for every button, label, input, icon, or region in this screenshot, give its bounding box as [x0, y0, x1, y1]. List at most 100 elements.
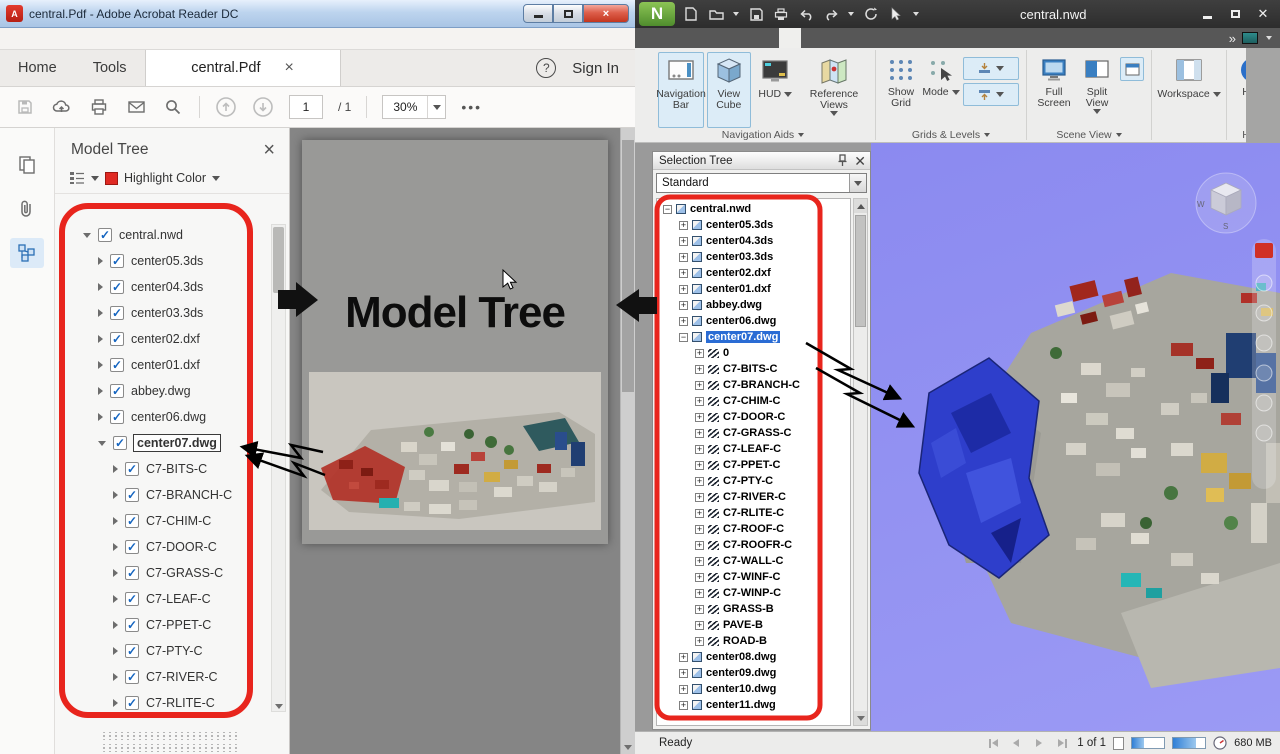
ribbon-cycle-icon[interactable]: » — [1229, 31, 1234, 46]
selection-tree-item[interactable]: PAVE-B — [657, 617, 850, 633]
hud-button[interactable]: HUD — [754, 52, 798, 128]
document-scrollbar[interactable] — [620, 128, 635, 754]
close-panel-icon[interactable]: ✕ — [854, 156, 866, 166]
checkbox-checked[interactable]: ✓ — [110, 358, 124, 372]
close-panel-icon[interactable]: × — [263, 142, 275, 158]
qat-caret-icon[interactable] — [913, 12, 919, 16]
last-sheet-icon[interactable] — [1054, 735, 1070, 751]
selection-tree-item[interactable]: center05.3ds — [657, 217, 850, 233]
zoom-dropdown[interactable]: 30% — [382, 95, 446, 119]
selection-tree-item[interactable]: center11.dwg — [657, 697, 850, 713]
close-button[interactable]: × — [583, 4, 629, 23]
save-icon[interactable] — [748, 6, 764, 22]
selection-tree-item[interactable]: C7-GRASS-C — [657, 425, 850, 441]
close-tab-icon[interactable]: × — [285, 59, 294, 77]
selection-tree-item[interactable]: C7-CHIM-C — [657, 393, 850, 409]
maximize-button[interactable] — [553, 4, 583, 23]
new-file-icon[interactable] — [683, 6, 699, 22]
model-tree-item[interactable]: ✓ C7-LEAF-C — [59, 586, 267, 612]
chevron-icon[interactable] — [113, 517, 118, 525]
chevron-icon[interactable] — [113, 699, 118, 707]
model-tree-panel-icon[interactable] — [10, 238, 44, 268]
mode-button[interactable]: Mode — [922, 52, 960, 128]
expand-box-icon[interactable] — [695, 397, 704, 406]
undo-icon[interactable] — [798, 6, 814, 22]
expand-box-icon[interactable] — [679, 285, 688, 294]
selection-tree-item[interactable]: center03.3ds — [657, 249, 850, 265]
checkbox-checked[interactable]: ✓ — [125, 644, 139, 658]
menu-item[interactable] — [28, 28, 46, 50]
chevron-icon[interactable] — [98, 361, 103, 369]
navisworks-app-icon[interactable]: N — [639, 2, 675, 26]
selection-tree-item[interactable]: ROAD-B — [657, 633, 850, 649]
selection-tree-item[interactable]: central.nwd — [657, 201, 850, 217]
open-file-icon[interactable] — [708, 6, 724, 22]
expand-box-icon[interactable] — [695, 381, 704, 390]
expand-box-icon[interactable] — [679, 237, 688, 246]
chevron-icon[interactable] — [113, 569, 118, 577]
selection-tree-item[interactable]: center09.dwg — [657, 665, 850, 681]
ribbon-tab[interactable] — [713, 28, 735, 48]
selection-tree-scrollb​ar[interactable] — [853, 198, 868, 726]
page-number-input[interactable]: 1 — [289, 95, 323, 119]
checkbox-checked[interactable]: ✓ — [125, 592, 139, 606]
group-label-grids-levels[interactable]: Grids & Levels — [880, 128, 1022, 142]
checkbox-checked[interactable]: ✓ — [98, 228, 112, 242]
ribbon-tab[interactable] — [691, 28, 713, 48]
menu-item[interactable] — [82, 28, 100, 50]
checkbox-checked[interactable]: ✓ — [110, 306, 124, 320]
checkbox-checked[interactable]: ✓ — [110, 280, 124, 294]
expand-box-icon[interactable] — [695, 413, 704, 422]
model-tree-item[interactable]: ✓ center04.3ds — [59, 274, 267, 300]
print-icon[interactable] — [88, 96, 110, 118]
zoom-caret-icon[interactable] — [427, 96, 445, 118]
expand-box-icon[interactable] — [695, 637, 704, 646]
expand-box-icon[interactable] — [679, 301, 688, 310]
grid-option-bottom-button[interactable] — [963, 83, 1019, 106]
grid-option-top-button[interactable] — [963, 57, 1019, 80]
reference-views-button[interactable]: Reference Views — [800, 52, 868, 128]
split-view-button[interactable]: Split View — [1077, 52, 1117, 128]
selection-tree-item[interactable]: C7-DOOR-C — [657, 409, 850, 425]
chevron-icon[interactable] — [98, 257, 103, 265]
checkbox-checked[interactable]: ✓ — [125, 514, 139, 528]
ribbon-tab[interactable] — [845, 28, 867, 48]
full-screen-button[interactable]: Full Screen — [1034, 52, 1074, 128]
navigation-bar-button[interactable]: Navigation Bar — [658, 52, 704, 128]
tab-tools[interactable]: Tools — [75, 50, 145, 86]
tree-options-caret-icon[interactable] — [91, 176, 99, 181]
selection-tree-item[interactable]: C7-LEAF-C — [657, 441, 850, 457]
checkbox-checked[interactable]: ✓ — [110, 332, 124, 346]
expand-box-icon[interactable] — [695, 605, 704, 614]
next-page-icon[interactable] — [252, 96, 274, 118]
model-tree-item[interactable]: ✓ center03.3ds — [59, 300, 267, 326]
expand-box-icon[interactable] — [695, 541, 704, 550]
chevron-icon[interactable] — [113, 491, 118, 499]
checkbox-checked[interactable]: ✓ — [110, 254, 124, 268]
model-tree-item[interactable]: ✓ C7-PTY-C — [59, 638, 267, 664]
checkbox-checked[interactable]: ✓ — [125, 488, 139, 502]
expand-box-icon[interactable] — [679, 253, 688, 262]
ribbon-tab[interactable] — [735, 28, 757, 48]
scroll-up-icon[interactable] — [854, 199, 867, 213]
expand-box-icon[interactable] — [695, 461, 704, 470]
scrollbar-thumb[interactable] — [855, 215, 866, 327]
sign-in-button[interactable]: Sign In — [572, 60, 619, 77]
expand-box-icon[interactable] — [695, 573, 704, 582]
expand-box-icon[interactable] — [695, 429, 704, 438]
minimize-button[interactable] — [523, 4, 553, 23]
help-icon[interactable]: ? — [536, 58, 556, 78]
next-sheet-icon[interactable] — [1031, 735, 1047, 751]
selection-tree-item[interactable]: center10.dwg — [657, 681, 850, 697]
selection-tree-item[interactable]: C7-PTY-C — [657, 473, 850, 489]
chevron-icon[interactable] — [98, 283, 103, 291]
selection-tree-item[interactable]: C7-ROOF-C — [657, 521, 850, 537]
checkbox-checked[interactable]: ✓ — [110, 410, 124, 424]
attachments-icon[interactable] — [10, 194, 44, 224]
chevron-icon[interactable] — [98, 309, 103, 317]
3d-viewport[interactable]: W S — [871, 143, 1280, 731]
selection-tree-item[interactable]: 0 — [657, 345, 850, 361]
show-grid-button[interactable]: Show Grid — [883, 52, 919, 128]
expand-box-icon[interactable] — [679, 269, 688, 278]
expand-box-icon[interactable] — [695, 349, 704, 358]
